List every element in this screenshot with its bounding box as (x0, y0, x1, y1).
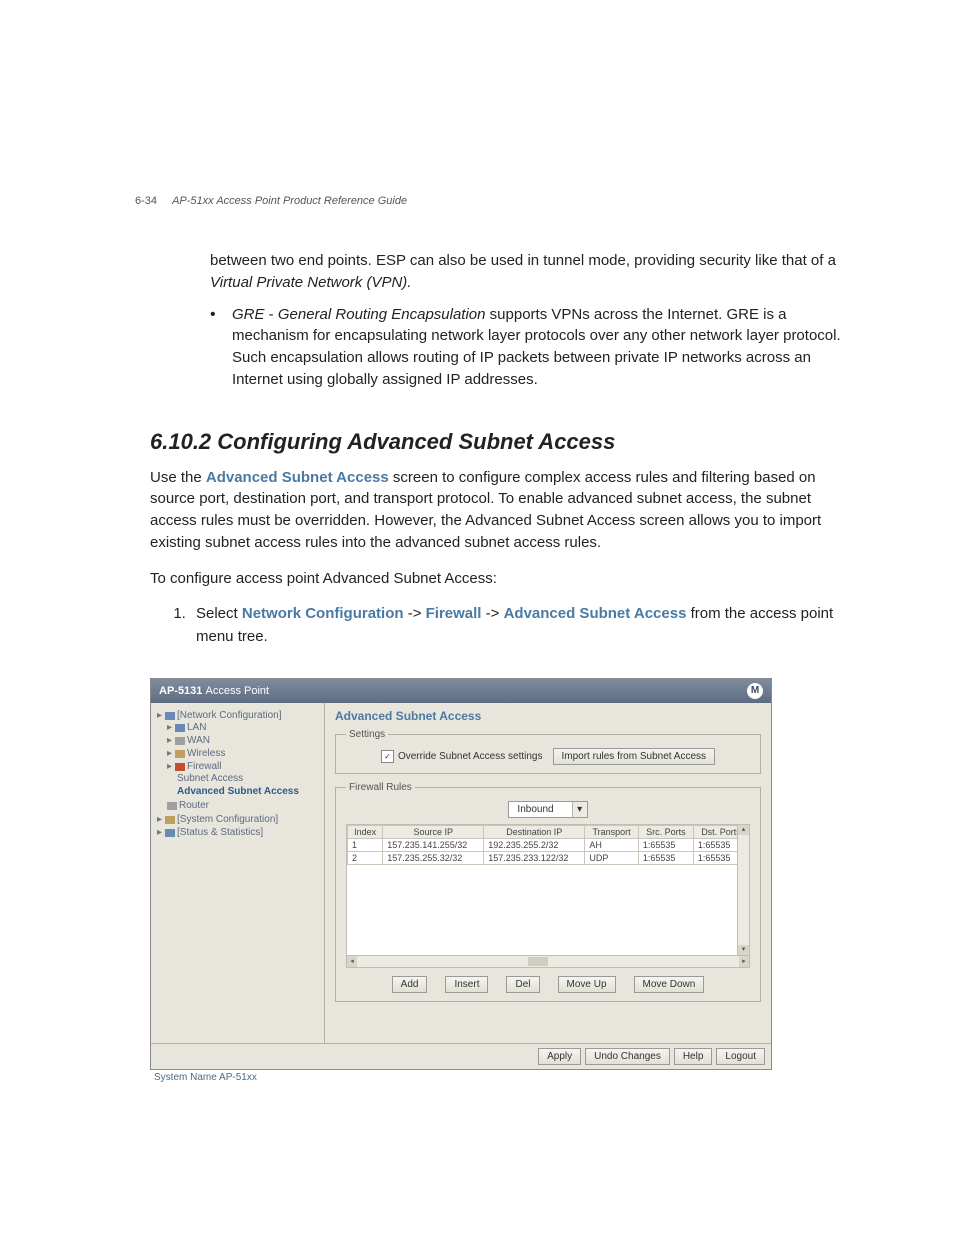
tree-wireless[interactable]: ▸Wireless (167, 747, 320, 760)
doc-title: AP-51xx Access Point Product Reference G… (172, 195, 407, 207)
tree-firewall[interactable]: ▸Firewall Subnet Access Advanced Subnet … (167, 760, 320, 799)
tree-subnet-access[interactable]: Subnet Access (177, 772, 320, 785)
section-heading: 6.10.2 Configuring Advanced Subnet Acces… (150, 429, 854, 455)
rules-legend: Firewall Rules (346, 782, 415, 793)
col-source-ip[interactable]: Source IP (383, 826, 484, 839)
paragraph-esp: between two end points. ESP can also be … (210, 250, 854, 294)
step-1: Select Network Configuration -> Firewall… (190, 603, 854, 648)
del-button[interactable]: Del (506, 976, 539, 993)
col-dest-ip[interactable]: Destination IP (484, 826, 585, 839)
tree-advanced-subnet[interactable]: Advanced Subnet Access (177, 785, 320, 798)
rules-fieldset: Firewall Rules Inbound ▾ Index (335, 782, 761, 1002)
col-index[interactable]: Index (348, 826, 383, 839)
scroll-right-icon[interactable]: ▸ (739, 956, 749, 967)
tree-network[interactable]: ▸[Network Configuration] ▸LAN ▸WAN ▸Wire… (157, 709, 320, 813)
tree-wan[interactable]: ▸WAN (167, 734, 320, 747)
running-header: 6-34 AP-51xx Access Point Product Refere… (135, 195, 407, 207)
table-header-row: Index Source IP Destination IP Transport… (348, 826, 749, 839)
bullet-gre: • GRE - General Routing Encapsulation su… (210, 304, 854, 401)
direction-dropdown[interactable]: Inbound ▾ (508, 801, 587, 818)
import-rules-button[interactable]: Import rules from Subnet Access (553, 748, 716, 765)
content-panel: Advanced Subnet Access Settings ✓ Overri… (325, 703, 771, 1043)
rules-table-wrapper: Index Source IP Destination IP Transport… (346, 824, 750, 956)
horizontal-scrollbar[interactable]: ◂ ▸ (346, 956, 750, 968)
logout-button[interactable]: Logout (716, 1048, 765, 1065)
panel-title: Advanced Subnet Access (335, 709, 761, 723)
lead-sentence: To configure access point Advanced Subne… (150, 568, 854, 590)
checkbox-icon: ✓ (381, 750, 394, 763)
table-row[interactable]: 2 157.235.255.32/32 157.235.233.122/32 U… (348, 852, 749, 865)
app-window: AP-5131 Access Point M ▸[Network Configu… (150, 678, 772, 1070)
undo-button[interactable]: Undo Changes (585, 1048, 670, 1065)
col-src-ports[interactable]: Src. Ports (638, 826, 693, 839)
table-row[interactable]: 1 157.235.141.255/32 192.235.255.2/32 AH… (348, 839, 749, 852)
settings-fieldset: Settings ✓ Override Subnet Access settin… (335, 729, 761, 774)
vertical-scrollbar[interactable]: ▴ ▾ (737, 825, 749, 955)
intro-paragraph: Use the Advanced Subnet Access screen to… (150, 467, 854, 554)
col-transport[interactable]: Transport (585, 826, 639, 839)
status-bar: System Name AP-51xx (150, 1070, 854, 1085)
bullet-marker: • (210, 304, 232, 401)
help-button[interactable]: Help (674, 1048, 713, 1065)
app-titlebar: AP-5131 Access Point M (151, 679, 771, 703)
scroll-thumb[interactable] (528, 957, 548, 966)
tree-router[interactable]: Router (167, 799, 320, 812)
override-label: Override Subnet Access settings (398, 751, 543, 762)
tree-status-stats[interactable]: ▸[Status & Statistics] (157, 826, 320, 839)
app-title: AP-5131 Access Point (159, 685, 269, 697)
add-button[interactable]: Add (392, 976, 428, 993)
move-up-button[interactable]: Move Up (558, 976, 616, 993)
insert-button[interactable]: Insert (445, 976, 488, 993)
scroll-down-icon[interactable]: ▾ (738, 945, 749, 955)
apply-button[interactable]: Apply (538, 1048, 581, 1065)
rules-table[interactable]: Index Source IP Destination IP Transport… (347, 825, 749, 865)
page-number: 6-34 (135, 195, 157, 207)
nav-tree[interactable]: ▸[Network Configuration] ▸LAN ▸WAN ▸Wire… (151, 703, 325, 1043)
scroll-up-icon[interactable]: ▴ (738, 825, 749, 835)
brand-logo-icon: M (747, 683, 763, 699)
override-checkbox[interactable]: ✓ Override Subnet Access settings (381, 750, 543, 763)
move-down-button[interactable]: Move Down (634, 976, 705, 993)
scroll-left-icon[interactable]: ◂ (347, 956, 357, 967)
bullet-gre-text: GRE - General Routing Encapsulation supp… (232, 304, 854, 391)
chevron-down-icon: ▾ (572, 802, 587, 817)
direction-value: Inbound (509, 802, 571, 817)
settings-legend: Settings (346, 729, 388, 740)
tree-lan[interactable]: ▸LAN (167, 721, 320, 734)
tree-system-config[interactable]: ▸[System Configuration] (157, 813, 320, 826)
app-footer: Apply Undo Changes Help Logout (151, 1043, 771, 1069)
